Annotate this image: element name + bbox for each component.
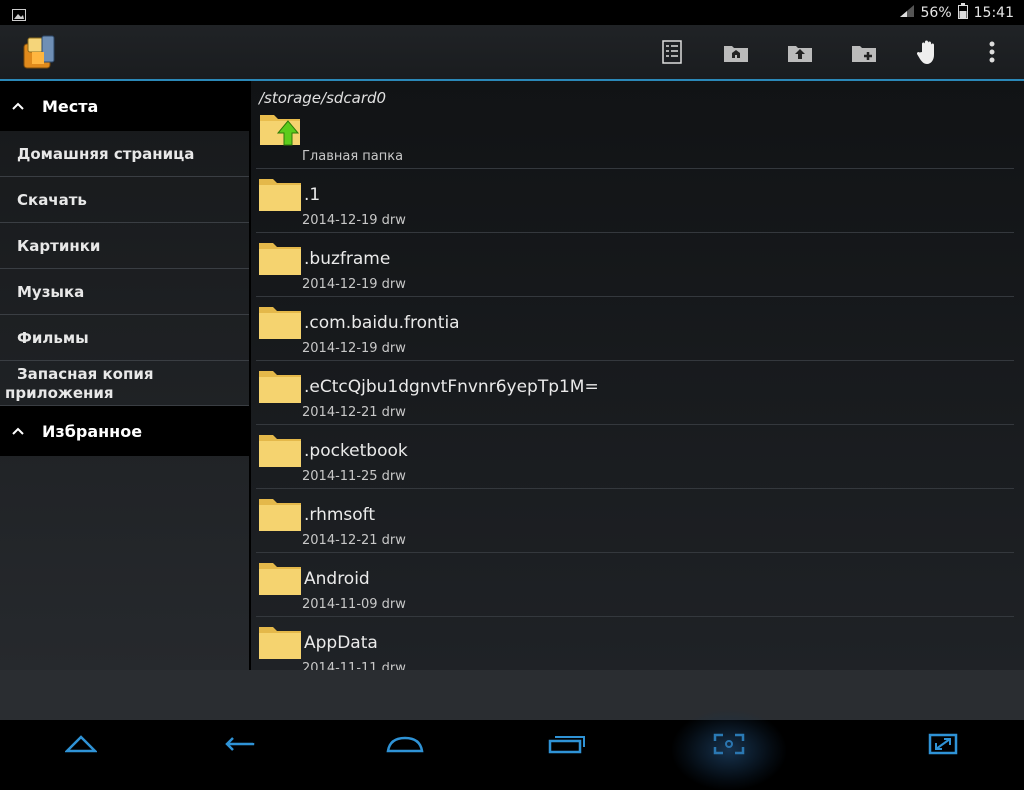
file-row[interactable]: .eCtcQjbu1dgnvtFnvnr6yepTp1M= 2014-12-21…	[256, 361, 1014, 425]
status-bar: 56% 15:41	[0, 0, 1024, 25]
recent-apps-icon[interactable]	[527, 720, 607, 768]
screenshot-button-glow	[672, 710, 786, 790]
file-row[interactable]: .com.baidu.frontia 2014-12-19 drw	[256, 297, 1014, 361]
file-list: /storage/sdcard0 Главная папка .1 2014-1…	[251, 81, 1024, 670]
file-name: .1	[304, 185, 321, 205]
file-row[interactable]: AppData 2014-11-11 drw	[256, 617, 1014, 670]
upload-folder-icon[interactable]	[768, 25, 832, 79]
file-meta: 2014-11-09 drw	[302, 597, 406, 612]
chevron-up-icon	[0, 102, 36, 110]
sidebar: Места Домашняя страница Скачать Картинки…	[0, 81, 249, 670]
file-name: .com.baidu.frontia	[304, 313, 460, 333]
folder-icon	[258, 625, 302, 663]
parent-folder-label: Главная папка	[302, 149, 404, 164]
sidebar-item-music[interactable]: Музыка	[0, 269, 249, 315]
file-meta: 2014-12-21 drw	[302, 405, 406, 420]
home-folder-icon[interactable]	[704, 25, 768, 79]
file-name: .eCtcQjbu1dgnvtFnvnr6yepTp1M=	[304, 377, 599, 397]
sidebar-item-pictures[interactable]: Картинки	[0, 223, 249, 269]
file-name: Android	[304, 569, 370, 589]
content-footer	[0, 670, 1024, 720]
folder-up-icon	[258, 109, 302, 151]
clock: 15:41	[973, 5, 1014, 21]
home-icon[interactable]	[365, 720, 445, 768]
favorites-section-header[interactable]: Избранное	[0, 406, 249, 456]
file-name: .pocketbook	[304, 441, 408, 461]
system-nav-bar	[0, 720, 1024, 768]
folder-icon	[258, 241, 302, 279]
sidebar-item-movies[interactable]: Фильмы	[0, 315, 249, 361]
sidebar-item-download[interactable]: Скачать	[0, 177, 249, 223]
collapse-icon[interactable]	[41, 720, 121, 768]
gallery-notification-icon	[12, 6, 26, 25]
multiselect-icon[interactable]	[640, 25, 704, 79]
file-name: .rhmsoft	[304, 505, 376, 525]
file-row[interactable]: .rhmsoft 2014-12-21 drw	[256, 489, 1014, 553]
folder-icon	[258, 177, 302, 215]
file-meta: 2014-12-21 drw	[302, 533, 406, 548]
parent-folder-row[interactable]: Главная папка	[256, 105, 1014, 169]
file-meta: 2014-11-25 drw	[302, 469, 406, 484]
file-meta: 2014-12-19 drw	[302, 341, 406, 356]
file-meta: 2014-12-19 drw	[302, 213, 406, 228]
file-row[interactable]: .buzframe 2014-12-19 drw	[256, 233, 1014, 297]
places-section-header[interactable]: Места	[0, 81, 249, 131]
file-meta: 2014-11-11 drw	[302, 661, 406, 670]
file-row[interactable]: .pocketbook 2014-11-25 drw	[256, 425, 1014, 489]
folder-icon	[258, 433, 302, 471]
app-logo-icon[interactable]	[20, 32, 60, 76]
file-name: AppData	[304, 633, 378, 653]
action-bar	[0, 25, 1024, 81]
sidebar-item-app-backup[interactable]: Запасная копия приложения	[0, 361, 249, 406]
file-row[interactable]: Android 2014-11-09 drw	[256, 553, 1014, 617]
file-row[interactable]: .1 2014-12-19 drw	[256, 169, 1014, 233]
battery-icon	[957, 3, 968, 23]
places-header-label: Места	[42, 96, 99, 116]
folder-icon	[258, 561, 302, 599]
favorites-header-label: Избранное	[42, 421, 143, 441]
signal-icon	[899, 4, 915, 22]
folder-icon	[258, 497, 302, 535]
battery-percent: 56%	[920, 5, 952, 21]
back-icon[interactable]	[203, 720, 283, 768]
folder-icon	[258, 369, 302, 407]
fullscreen-icon[interactable]	[903, 720, 983, 768]
new-folder-icon[interactable]	[832, 25, 896, 79]
chevron-up-icon	[0, 427, 36, 435]
hand-icon[interactable]	[896, 25, 960, 79]
folder-icon	[258, 305, 302, 343]
file-name: .buzframe	[304, 249, 391, 269]
overflow-menu-icon[interactable]	[960, 25, 1024, 79]
sidebar-item-home[interactable]: Домашняя страница	[0, 131, 249, 177]
file-meta: 2014-12-19 drw	[302, 277, 406, 292]
